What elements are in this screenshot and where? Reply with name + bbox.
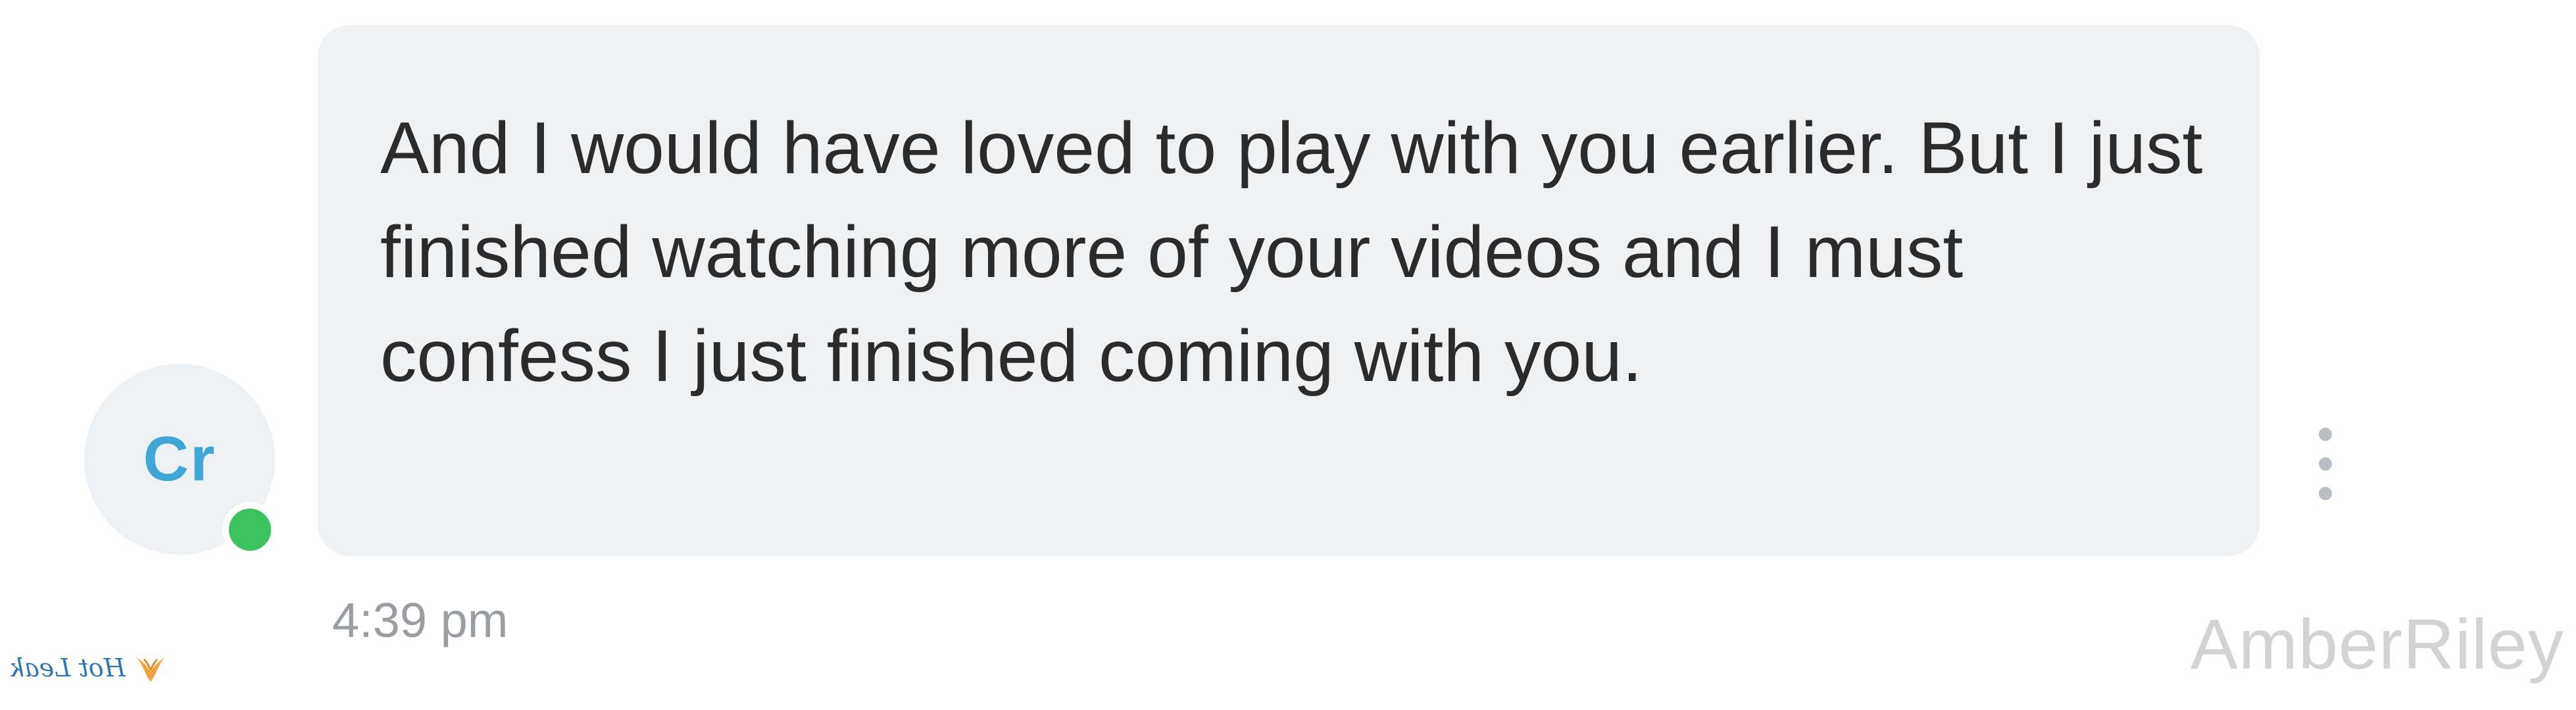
username-watermark: AmberRiley (2190, 604, 2564, 684)
more-vertical-icon-dot (2319, 457, 2332, 470)
message-more-button[interactable] (2302, 428, 2348, 500)
chat-screenshot: Cr And I would have loved to play with y… (0, 0, 2576, 710)
message-text: And I would have loved to play with you … (380, 107, 2203, 397)
hotleak-logo-icon (134, 657, 166, 682)
more-vertical-icon-dot (2319, 487, 2332, 500)
watermark-logo-text: Hot Leak (9, 653, 126, 682)
online-status-indicator (222, 502, 278, 557)
message-timestamp: 4:39 pm (332, 593, 508, 647)
avatar-initials: Cr (143, 424, 216, 494)
more-vertical-icon (2319, 428, 2332, 441)
hotleak-watermark: Hot Leak (9, 650, 170, 686)
message-bubble[interactable]: And I would have loved to play with you … (318, 25, 2260, 556)
